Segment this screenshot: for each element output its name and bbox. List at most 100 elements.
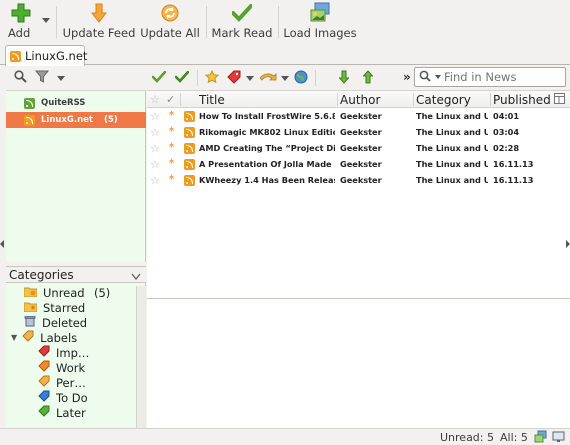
search-icon[interactable]	[419, 70, 432, 85]
category-count: (5)	[94, 285, 111, 300]
category-label: Deleted	[42, 315, 88, 330]
prev-unread-up-icon[interactable]	[362, 70, 374, 87]
star-icon[interactable]	[204, 69, 220, 87]
add-button[interactable]: Add	[4, 2, 38, 42]
categories-header[interactable]: Categories	[6, 266, 146, 283]
add-dropdown-arrow-icon[interactable]	[42, 18, 50, 23]
mark-read-icon[interactable]	[151, 70, 167, 86]
toolbar-separator	[197, 70, 198, 86]
star-outline-icon[interactable]: ☆	[150, 108, 160, 124]
mark-all-read-icon[interactable]	[174, 70, 190, 86]
unread-count-status: Unread: 5	[440, 431, 494, 444]
column-published[interactable]: Published	[493, 93, 551, 107]
mark-read-button[interactable]: Mark Read	[212, 2, 272, 42]
column-author[interactable]: Author	[340, 93, 380, 107]
load-images-button[interactable]: Load Images	[283, 2, 357, 42]
toolbar-separator	[56, 6, 57, 38]
news-title: AMD Creating The “Project Disc…	[199, 143, 335, 153]
feed-unread-count: (5)	[104, 115, 118, 125]
filter-dropdown-arrow-icon[interactable]	[57, 75, 65, 81]
star-outline-icon[interactable]: ☆	[150, 156, 160, 172]
column-category[interactable]: Category	[416, 93, 471, 107]
filter-icon[interactable]	[34, 70, 50, 86]
toolbar-overflow-icon[interactable]: »	[403, 70, 411, 84]
update-feed-button[interactable]: Update Feed	[63, 2, 135, 42]
add-label: Add	[8, 26, 31, 40]
status-bar: Unread: 5 All: 5	[0, 428, 570, 445]
label-work[interactable]: Work	[6, 360, 145, 375]
star-outline-icon[interactable]: ☆	[150, 172, 160, 188]
feed-title: QuiteRSS	[41, 98, 86, 108]
news-published: 02:28	[493, 143, 520, 153]
label-tag-icon[interactable]	[227, 70, 241, 87]
unread-dot-icon[interactable]: *	[169, 156, 174, 172]
rss-icon	[184, 142, 195, 154]
category-starred[interactable]: Starred	[6, 300, 145, 315]
news-search-box[interactable]	[414, 67, 566, 87]
category-unread[interactable]: Unread (5)	[6, 285, 145, 300]
images-icon	[309, 2, 331, 24]
unread-dot-icon[interactable]: *	[169, 108, 174, 124]
label-dropdown-arrow-icon[interactable]	[246, 76, 254, 81]
search-icon[interactable]	[14, 70, 27, 86]
category-label: Per…	[56, 375, 86, 390]
categories-scrollbar[interactable]	[136, 286, 146, 428]
label-todo[interactable]: To Do	[6, 390, 145, 405]
column-title[interactable]: Title	[199, 93, 225, 107]
label-red-icon	[38, 345, 50, 360]
news-author: Geekster	[340, 143, 382, 153]
main-toolbar: Add Update Feed Update All Mark Read Loa…	[0, 0, 570, 44]
read-column-icon[interactable]: ✓	[166, 93, 175, 106]
rss-icon	[184, 110, 195, 122]
toolbar-separator	[206, 6, 207, 38]
news-category: The Linux and U…	[416, 111, 488, 121]
category-deleted[interactable]: Deleted	[6, 315, 145, 330]
trash-icon	[24, 315, 36, 330]
news-category: The Linux and U…	[416, 159, 488, 169]
update-all-button[interactable]: Update All	[140, 2, 200, 42]
rss-icon	[184, 174, 195, 186]
screen-status-icon[interactable]	[552, 430, 565, 445]
category-label: Labels	[40, 330, 78, 345]
news-published: 03:04	[493, 127, 520, 137]
share-dropdown-arrow-icon[interactable]	[281, 76, 289, 81]
label-green-icon	[38, 405, 50, 420]
collapse-right-arrow-icon[interactable]	[566, 240, 570, 248]
news-row[interactable]: ☆ * Rikomagic MK802 Linux Edition I… Gee…	[147, 124, 570, 140]
feed-item-quiterss[interactable]: QuiteRSS	[6, 95, 146, 111]
share-icon[interactable]	[259, 70, 277, 87]
category-labels[interactable]: ▼ Labels	[6, 330, 145, 345]
column-chooser-icon[interactable]	[554, 93, 565, 107]
news-preview-pane[interactable]	[147, 298, 570, 428]
star-column-icon[interactable]: ☆	[150, 94, 160, 105]
refresh-all-icon	[159, 2, 181, 24]
news-search-input[interactable]	[444, 70, 562, 84]
starred-folder-icon	[23, 301, 38, 315]
browser-globe-icon[interactable]	[294, 70, 308, 87]
news-row[interactable]: ☆ * KWheezy 1.4 Has Been Released… Geeks…	[147, 172, 570, 188]
chevron-down-icon[interactable]	[131, 270, 141, 284]
news-published: 16.11.13	[493, 159, 534, 169]
expand-arrow-icon[interactable]: ▼	[11, 333, 17, 342]
star-outline-icon[interactable]: ☆	[150, 124, 160, 140]
news-row[interactable]: ☆ * A Presentation Of Jolla Made B… Geek…	[147, 156, 570, 172]
star-outline-icon[interactable]: ☆	[150, 140, 160, 156]
unread-dot-icon[interactable]: *	[169, 140, 174, 156]
search-options-arrow-icon[interactable]	[435, 75, 441, 79]
label-orange-icon	[38, 360, 50, 375]
news-row[interactable]: ☆ * AMD Creating The “Project Disc… Geek…	[147, 140, 570, 156]
feed-item-linuxg[interactable]: LinuxG.net (5)	[6, 112, 146, 128]
category-label: Later	[56, 405, 86, 420]
unread-dot-icon[interactable]: *	[169, 172, 174, 188]
images-status-icon[interactable]	[534, 430, 547, 445]
label-important[interactable]: Imp…	[6, 345, 145, 360]
column-divider	[337, 93, 338, 106]
label-personal[interactable]: Per…	[6, 375, 145, 390]
collapse-left-arrow-icon[interactable]	[0, 240, 4, 248]
news-row[interactable]: ☆ * How To Install FrostWire 5.6.8 O… Ge…	[147, 108, 570, 124]
unread-dot-icon[interactable]: *	[169, 124, 174, 140]
download-arrow-icon	[88, 2, 110, 24]
label-later[interactable]: Later	[6, 405, 145, 420]
tab-linuxg[interactable]: LinuxG.net	[5, 45, 87, 66]
next-unread-down-icon[interactable]	[338, 70, 350, 87]
